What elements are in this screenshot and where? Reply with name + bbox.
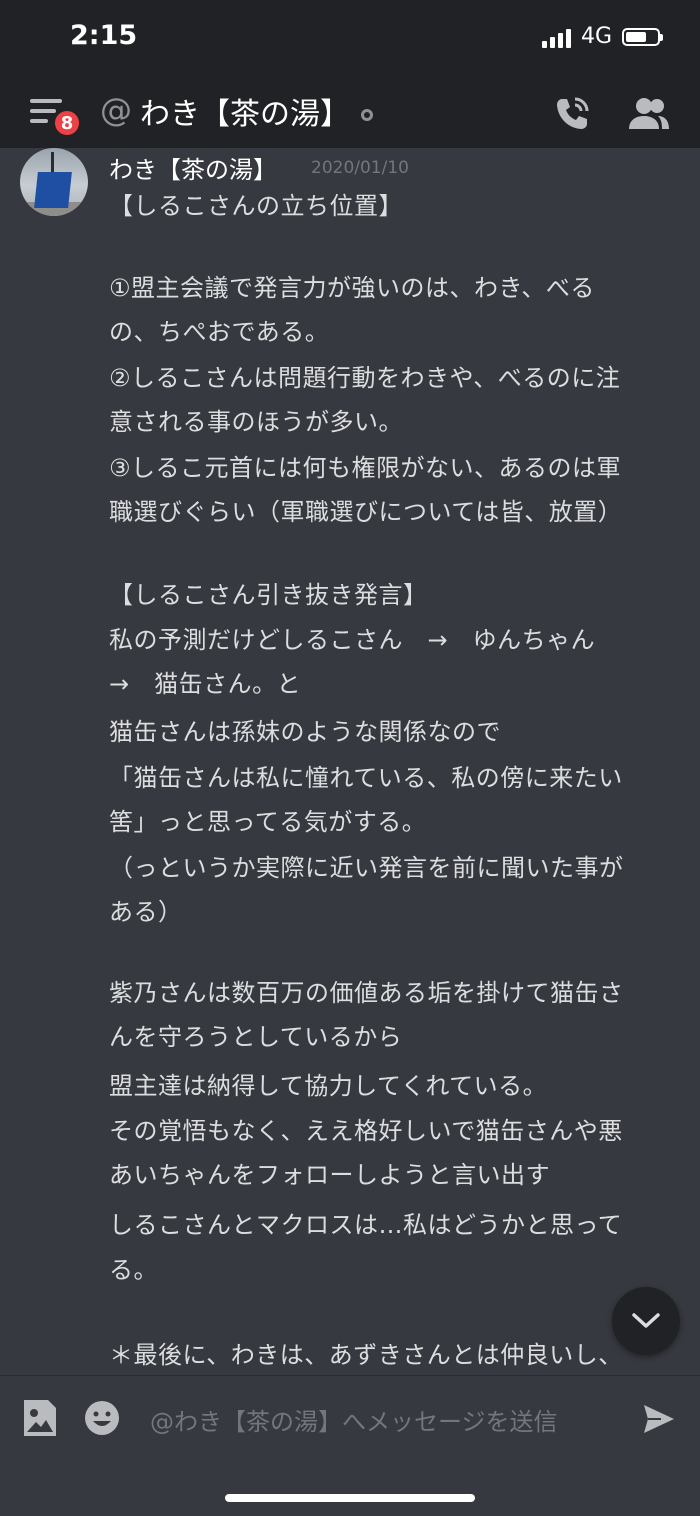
members-icon[interactable] [628,97,670,131]
message-line: 筈」っと思ってる気がする。 [109,808,427,836]
network-label: 4G [580,24,612,49]
message-timestamp: 2020/01/10 [311,158,409,178]
message-line: （っというか実際に近い発言を前に聞いた事が [109,854,624,882]
avatar[interactable] [20,148,88,216]
message-line: ②しるこさんは問題行動をわきや、べるのに注 [109,364,621,392]
emoji-icon[interactable] [84,1400,120,1436]
message-line: る。 [109,1256,158,1284]
message-line: 職選びぐらい（軍職選びについては皆、放置） [109,498,623,526]
message-line: の、ちぺおである。 [109,318,330,346]
message-line: ③しるこ元首には何も権限がない、あるのは軍 [109,454,622,482]
page-title: わき【茶の湯】 [140,97,350,132]
status-time: 2:15 [70,20,138,51]
status-indicators: 4G [541,24,663,49]
message-line: 【しるこさん引き抜き発言】 [109,581,428,609]
at-icon: @ [100,91,132,129]
image-attach-icon[interactable] [22,1398,58,1438]
send-icon[interactable] [643,1404,675,1434]
message-line: 私の予測だけどしるこさん → ゆんちゃん [109,626,596,654]
message-line: 紫乃さんは数百万の価値ある垢を掛けて猫缶さ [109,979,624,1007]
message-input-bar: @わき【茶の湯】へメッセージを送信 [0,1375,700,1516]
home-indicator [225,1494,475,1502]
message-line: 【しるこさんの立ち位置】 [109,192,403,220]
message-line: んを守ろうとしているから [109,1023,403,1051]
message-line: ＊最後に、わきは、あずきさんとは仲良いし、 [109,1341,623,1369]
channel-header: 8 @ わき【茶の湯】 [0,75,700,148]
message-line: 盟主達は納得して協力してくれている。 [109,1072,548,1100]
notification-badge: 8 [52,108,82,138]
status-bar: 2:15 4G [0,0,700,75]
call-icon[interactable] [553,95,591,133]
scroll-to-bottom-button[interactable] [612,1287,680,1355]
message-author[interactable]: わき【茶の湯】 [109,150,277,185]
message-line: しるこさんとマクロスは…私はどうかと思って [109,1211,623,1239]
message-line: あいちゃんをフォローしようと言い出す [109,1161,550,1189]
message-line: ある） [109,898,183,926]
status-dot [361,109,373,121]
message-line: 意される事のほうが多い。 [109,408,403,436]
chevron-down-icon [632,1313,660,1328]
message-line: その覚悟もなく、ええ格好しいで猫缶さんや悪 [109,1117,623,1145]
signal-icon [541,26,571,48]
message-line: → 猫缶さん。と [109,670,302,698]
message-input[interactable]: @わき【茶の湯】へメッセージを送信 [150,1402,558,1437]
message-line: 「猫缶さんは私に憧れている、私の傍に来たい [109,764,623,792]
battery-icon [622,27,663,46]
message-line: 猫缶さんは孫妹のような関係なので [109,718,501,746]
message-line: ①盟主会議で発言力が強いのは、わき、べる [109,274,595,302]
